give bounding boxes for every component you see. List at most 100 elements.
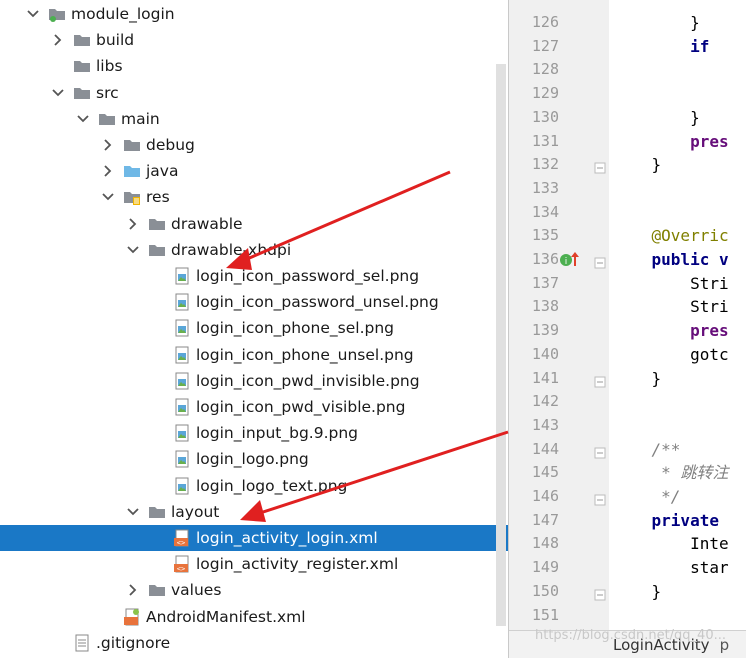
image-file-icon (173, 346, 191, 364)
code-line[interactable]: pres (613, 319, 729, 343)
code-editor[interactable]: 126 127 128 129 130 131 132 133 134 135 136 137 138 1… (508, 0, 746, 658)
image-file-icon (173, 424, 191, 442)
fold-icon[interactable] (594, 586, 606, 601)
tree-file-node[interactable]: login_logo_text.png (0, 473, 508, 499)
fold-icon[interactable] (594, 373, 606, 387)
tree-node-label: java (146, 162, 179, 181)
image-file-icon (173, 319, 191, 337)
fold-icon[interactable] (594, 254, 606, 269)
chevron-down-icon[interactable] (126, 243, 140, 257)
line-number: 148 (531, 534, 559, 553)
tree-folder-node[interactable]: drawable-xhdpi (0, 237, 508, 263)
chevron-right-icon[interactable] (101, 164, 115, 178)
folder-icon (73, 57, 91, 75)
chevron-down-icon[interactable] (76, 112, 90, 126)
tree-node-label: login_icon_phone_sel.png (196, 319, 394, 338)
project-tree[interactable]: module_loginbuild libs src main debug java res… (0, 0, 508, 658)
tree-folder-node[interactable]: drawable (0, 211, 508, 237)
tree-folder-node[interactable]: res (0, 184, 508, 210)
code-line[interactable]: if (613, 35, 709, 59)
tree-folder-node[interactable]: libs (0, 53, 508, 79)
tree-folder-node[interactable]: debug (0, 132, 508, 158)
tree-file-node[interactable]: login_logo.png (0, 446, 508, 472)
tree-file-node[interactable]: <> login_activity_login.xml (0, 525, 508, 551)
line-number: 141 (531, 368, 559, 387)
tree-file-node[interactable]: login_icon_pwd_invisible.png (0, 368, 508, 394)
chevron-down-icon[interactable] (26, 7, 40, 21)
tree-folder-node[interactable]: layout (0, 499, 508, 525)
code-line[interactable]: Stri (613, 295, 729, 319)
folder-icon (148, 581, 166, 599)
tree-node-label: login_logo.png (196, 450, 309, 469)
code-line[interactable]: star (613, 556, 729, 580)
code-line[interactable]: Inte (613, 532, 729, 556)
code-line[interactable]: @Overric (613, 224, 729, 248)
line-number: 129 (531, 84, 559, 103)
tree-folder-node[interactable]: src (0, 80, 508, 106)
chevron-down-icon[interactable] (126, 505, 140, 519)
tree-scrollbar[interactable] (496, 64, 506, 626)
line-number: 130 (531, 107, 559, 126)
image-file-icon (173, 398, 191, 416)
override-marker-icon[interactable]: i (560, 252, 580, 272)
fold-icon[interactable] (594, 491, 606, 506)
editor-gutter: 126 127 128 129 130 131 132 133 134 135 136 137 138 1… (509, 0, 609, 648)
code-token: */ (613, 487, 681, 506)
tree-file-node[interactable]: .gitignore (0, 630, 508, 656)
chevron-right-icon[interactable] (51, 33, 65, 47)
chevron-right-icon[interactable] (126, 217, 140, 231)
tree-folder-node[interactable]: build (0, 27, 508, 53)
code-line[interactable]: Stri (613, 272, 729, 296)
code-token: pres (690, 131, 729, 151)
tree-folder-node[interactable]: java (0, 158, 508, 184)
svg-text:<>: <> (177, 565, 185, 573)
code-line[interactable]: */ (613, 485, 680, 509)
code-line[interactable]: * 跳转注 (613, 461, 728, 485)
image-file-icon (173, 372, 191, 390)
tree-file-node[interactable]: login_icon_pwd_visible.png (0, 394, 508, 420)
code-line[interactable]: pres (613, 130, 729, 154)
line-number: 139 (531, 321, 559, 340)
fold-icon[interactable] (594, 444, 606, 459)
tree-file-node[interactable]: login_icon_password_sel.png (0, 263, 508, 289)
chevron-right-icon[interactable] (126, 583, 140, 597)
line-number: 138 (531, 297, 559, 316)
chevron-down-icon[interactable] (51, 86, 65, 100)
xml-file-icon: <> (173, 555, 191, 573)
code-token: star (613, 558, 729, 578)
code-line[interactable]: public v (613, 248, 729, 272)
fold-icon[interactable] (594, 159, 606, 174)
tree-folder-node[interactable]: main (0, 106, 508, 132)
code-line[interactable]: } (613, 11, 700, 35)
tree-file-node[interactable]: login_input_bg.9.png (0, 420, 508, 446)
code-token: @Overric (651, 226, 729, 246)
code-line[interactable]: /** (613, 438, 681, 462)
chevron-down-icon[interactable] (101, 190, 115, 204)
tree-node-label: layout (171, 502, 220, 521)
tree-folder-node[interactable]: module_login (0, 1, 508, 27)
code-line[interactable]: } (613, 153, 662, 177)
tree-file-node[interactable]: login_icon_password_unsel.png (0, 289, 508, 315)
tree-file-node[interactable]: login_icon_phone_unsel.png (0, 342, 508, 368)
tree-file-node[interactable]: <> login_activity_register.xml (0, 551, 508, 577)
image-file-icon (173, 477, 191, 495)
tree-folder-node[interactable]: values (0, 577, 508, 603)
source-folder-icon (123, 162, 141, 180)
code-line[interactable]: } (613, 106, 700, 130)
chevron-right-icon[interactable] (101, 138, 115, 152)
tree-file-node[interactable]: AndroidManifest.xml (0, 604, 508, 630)
line-number: 147 (531, 510, 559, 529)
folder-icon (148, 215, 166, 233)
tree-node-label: module_login (71, 5, 175, 23)
folder-icon (148, 503, 166, 521)
tree-node-label: login_icon_pwd_visible.png (196, 398, 406, 416)
code-token: if (690, 36, 710, 56)
code-line[interactable]: } (613, 367, 662, 391)
code-line[interactable]: } (613, 580, 662, 604)
code-line[interactable]: private (613, 509, 719, 533)
code-line[interactable]: gotc (613, 343, 729, 367)
tree-file-node[interactable]: login_icon_phone_sel.png (0, 315, 508, 341)
